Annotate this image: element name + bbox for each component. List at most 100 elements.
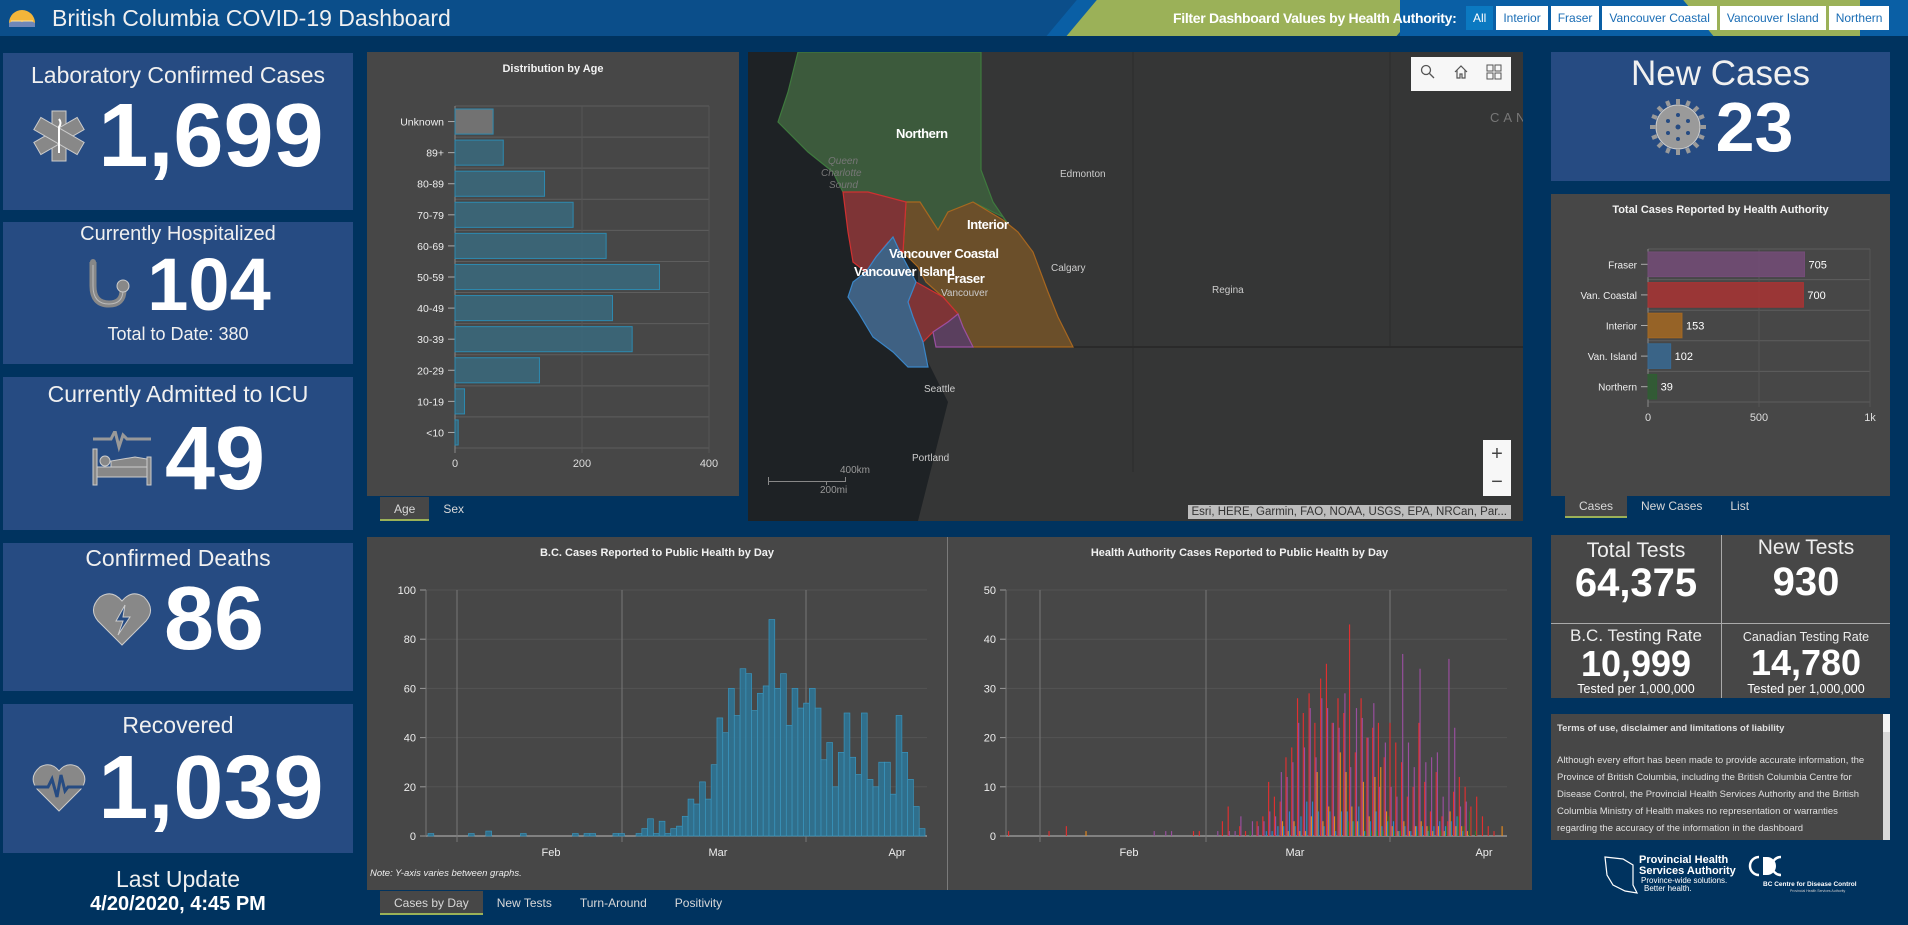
bar [832,786,839,837]
y-tick-label: 89+ [426,148,444,160]
bar-northern [1353,821,1355,836]
bar-vancouver-coastal [1487,826,1489,836]
tab-new-cases[interactable]: New Cases [1627,494,1716,518]
bar [454,232,607,259]
bar-fraser [1170,831,1173,836]
bar-fraser [1436,752,1438,836]
bar-interior [1397,831,1399,836]
chart-note: Note: Y-axis varies between graphs. [370,868,522,879]
bar-fraser [1367,737,1369,836]
zoom-out-button[interactable]: − [1483,468,1511,496]
filter-button-vancouver-coastal[interactable]: Vancouver Coastal [1602,6,1717,30]
bar [653,833,660,837]
map-basemap-gallery-icon[interactable] [1486,64,1502,85]
tab-age[interactable]: Age [380,497,430,521]
last-update: Last Update 4/20/2020, 4:45 PM [3,866,353,916]
authority-chart-tabs: Cases New Cases List [1565,494,1763,518]
bar-northern [1382,831,1384,836]
bar-interior [1333,816,1336,836]
zoom-in-button[interactable]: + [1483,440,1511,468]
health-authority-map[interactable]: Queen Charlotte Sound Northern Interior … [748,52,1523,521]
daily-chart-tabs: Cases by Day New Tests Turn-Around Posit… [380,891,736,915]
bar [762,685,770,837]
last-update-value: 4/20/2020, 4:45 PM [90,893,266,915]
bar [716,717,724,837]
bar-vancouver-coastal [1268,781,1270,836]
filter-button-vancouver-island[interactable]: Vancouver Island [1719,6,1826,30]
data-label: 39 [1661,382,1673,394]
confirmed-cases-card: Laboratory Confirmed Cases 1,699 [3,53,353,210]
bar-interior [1374,776,1376,836]
y-tick-label: 10-19 [417,396,444,408]
bar [757,692,764,837]
y-tick-label: 40 [984,634,996,646]
map-label-regina: Regina [1212,285,1244,296]
filter-button-fraser[interactable]: Fraser [1550,6,1600,30]
bc-testing-rate-sub: Tested per 1,000,000 [1577,682,1695,696]
bar-vancouver-coastal [1198,831,1200,836]
bar-interior [1316,772,1318,836]
tab-turn-around[interactable]: Turn-Around [566,891,661,915]
bar [699,781,706,837]
filter-button-interior[interactable]: Interior [1496,6,1548,30]
map-scale-bar: 400km 200mi [768,465,870,496]
bar-vancouver-coastal [1320,678,1322,836]
x-tick-label: Apr [888,847,905,859]
bar [768,619,776,837]
total-tests-label: Total Tests [1586,539,1686,562]
bar-vancouver-island [1381,826,1383,836]
y-tick-label: 100 [398,585,416,597]
bar [895,715,903,837]
bar-fraser [1251,821,1254,836]
bar-vancouver-island [1317,811,1319,836]
canada-testing-rate-cell: Canadian Testing Rate 14,780 Tested per … [1722,624,1890,696]
y-tick-label: 40 [404,733,416,745]
last-update-label: Last Update [115,866,241,892]
terms-of-use-panel[interactable]: Terms of use, disclaimer and limitations… [1551,714,1890,840]
tab-positivity[interactable]: Positivity [661,891,736,915]
map-label-queen-charlotte: Sound [829,180,858,191]
new-tests-cell: New Tests 930 [1722,535,1890,604]
map-search-icon[interactable] [1420,64,1436,85]
tab-new-tests[interactable]: New Tests [483,891,566,915]
bar-interior [1443,831,1445,836]
tab-sex[interactable]: Sex [429,497,478,521]
map-label-seattle: Seattle [924,384,956,395]
bar-fraser [1309,708,1311,836]
bar [635,833,643,837]
filter-button-all[interactable]: All [1466,6,1494,30]
hospitalized-value: 104 [147,243,271,326]
x-tick-label: Feb [1120,847,1139,859]
authority-totals-chart: 0 500 1k Fraser 705 Van. Coastal 700 Interior 15… [1580,248,1876,424]
bar-vancouver-coastal [1192,831,1195,836]
canada-testing-rate-value: 14,780 [1750,642,1862,683]
bar-vancouver-coastal [1291,747,1293,836]
bar-northern [1365,831,1367,836]
bar [797,707,804,837]
bar-vancouver-island [1329,811,1331,836]
tab-cases[interactable]: Cases [1565,494,1628,518]
bar [901,752,909,837]
map-label-calgary: Calgary [1051,263,1086,274]
new-tests-value: 930 [1772,560,1840,604]
bar-interior [1339,752,1341,836]
bar-fraser [1344,693,1346,836]
bar-fraser [1315,757,1317,836]
terms-scrollbar-thumb[interactable] [1883,714,1890,732]
bar-vancouver-coastal [1464,786,1466,836]
tab-cases-by-day[interactable]: Cases by Day [380,891,483,915]
bar-fraser [1465,801,1467,836]
bar-vancouver-island [1421,826,1423,836]
tab-list[interactable]: List [1716,494,1763,518]
filter-button-northern[interactable]: Northern [1828,6,1890,30]
bar-vancouver-island [1392,821,1395,836]
map-attribution[interactable]: Esri, HERE, Garmin, FAO, NOAA, USGS, EPA… [1187,505,1511,519]
terms-scrollbar[interactable] [1883,714,1890,840]
x-tick-label: 500 [1750,412,1768,424]
terms-title: Terms of use, disclaimer and limitations… [1557,723,1785,734]
map-home-icon[interactable] [1453,64,1469,85]
data-label: 102 [1675,351,1693,363]
bar-vancouver-coastal [1435,772,1437,836]
bar [618,833,625,837]
bar [1647,282,1804,308]
